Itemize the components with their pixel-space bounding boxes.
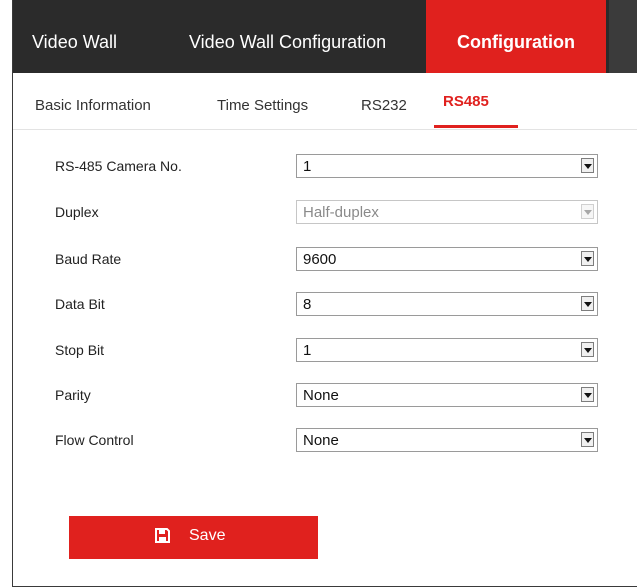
stop-bit-label: Stop Bit [55, 342, 105, 358]
flow-control-label: Flow Control [55, 432, 134, 448]
data-bit-label: Data Bit [55, 296, 105, 312]
tab-time-settings[interactable]: Time Settings [217, 97, 308, 114]
data-bit-select[interactable]: 8 [296, 292, 598, 316]
flow-control-select[interactable]: None [296, 428, 598, 452]
nav-configuration[interactable]: Configuration [426, 0, 606, 73]
tab-rs485[interactable]: RS485 [443, 93, 489, 110]
tab-basic-information[interactable]: Basic Information [35, 97, 151, 114]
parity-label: Parity [55, 387, 91, 403]
form-row-baud-rate: Baud Rate 9600 [13, 247, 637, 277]
save-button[interactable]: Save [69, 516, 318, 559]
tab-bar: Basic Information Time Settings RS232 RS… [13, 73, 637, 130]
app-frame: Video Wall Video Wall Configuration Conf… [12, 0, 637, 587]
duplex-value: Half-duplex [303, 204, 379, 221]
tab-rs232[interactable]: RS232 [361, 97, 407, 114]
parity-select[interactable]: None [296, 383, 598, 407]
chevron-down-icon[interactable] [581, 432, 594, 447]
camera-no-select[interactable]: 1 [296, 154, 598, 178]
active-tab-indicator [434, 125, 518, 128]
form-row-duplex: Duplex Half-duplex [13, 200, 637, 230]
stop-bit-value: 1 [303, 342, 312, 359]
save-button-label: Save [189, 527, 226, 544]
form-row-camera-no: RS-485 Camera No. 1 [13, 154, 637, 184]
chevron-down-icon[interactable] [581, 158, 594, 173]
data-bit-value: 8 [303, 296, 312, 313]
nav-video-wall-configuration[interactable]: Video Wall Configuration [189, 0, 386, 73]
top-navigation: Video Wall Video Wall Configuration Conf… [13, 0, 637, 73]
nav-video-wall[interactable]: Video Wall [32, 0, 117, 73]
baud-rate-select[interactable]: 9600 [296, 247, 598, 271]
nav-edge [609, 0, 637, 73]
stop-bit-select[interactable]: 1 [296, 338, 598, 362]
parity-value: None [303, 387, 339, 404]
form-row-flow-control: Flow Control None [13, 428, 637, 458]
form-row-data-bit: Data Bit 8 [13, 292, 637, 322]
chevron-down-icon[interactable] [581, 342, 594, 357]
duplex-label: Duplex [55, 204, 99, 220]
baud-rate-label: Baud Rate [55, 251, 122, 267]
floppy-disk-icon [155, 528, 170, 543]
camera-no-value: 1 [303, 158, 312, 175]
flow-control-value: None [303, 432, 339, 449]
baud-rate-value: 9600 [303, 251, 337, 268]
chevron-down-icon[interactable] [581, 251, 594, 266]
chevron-down-icon[interactable] [581, 387, 594, 402]
chevron-down-icon [581, 204, 594, 219]
chevron-down-icon[interactable] [581, 296, 594, 311]
form-row-stop-bit: Stop Bit 1 [13, 338, 637, 368]
camera-no-label: RS-485 Camera No. [55, 158, 182, 174]
form-row-parity: Parity None [13, 383, 637, 413]
duplex-select: Half-duplex [296, 200, 598, 224]
